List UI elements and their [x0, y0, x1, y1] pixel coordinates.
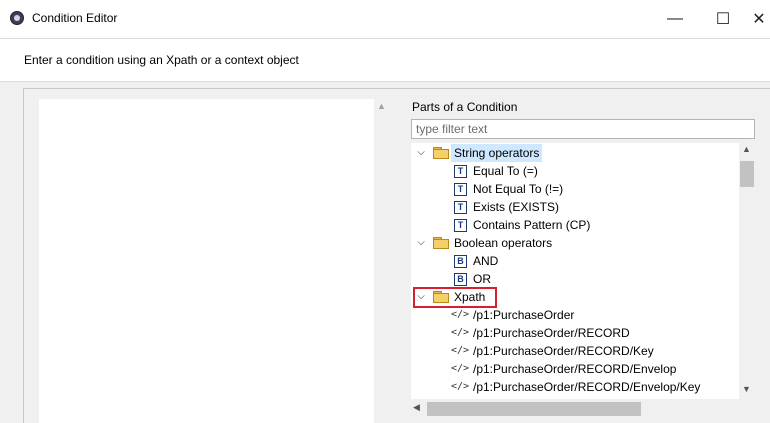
tree-item[interactable]: </>/p1:PurchaseOrder/RECORD	[411, 324, 731, 342]
tree-item-label: /p1:PurchaseOrder/RECORD	[473, 326, 630, 340]
filter-input[interactable]	[411, 119, 755, 139]
tree-item[interactable]: T Contains Pattern (CP)	[411, 216, 731, 234]
tree-item[interactable]: T Exists (EXISTS)	[411, 198, 731, 216]
scroll-thumb[interactable]	[427, 402, 641, 416]
tree-item-label: /p1:PurchaseOrder/RECORD/Key	[473, 344, 654, 358]
tree-item-label: Equal To (=)	[473, 164, 538, 178]
text-operator-icon: T	[454, 219, 467, 232]
tree-group-boolean-operators[interactable]: ⌵ Boolean operators	[411, 234, 731, 252]
instruction-text: Enter a condition using an Xpath or a co…	[24, 53, 299, 67]
tree-group-string-operators[interactable]: ⌵ String operators	[411, 144, 731, 162]
scroll-left-icon[interactable]: ◀	[413, 402, 420, 413]
maximize-button[interactable]: ☐	[700, 0, 746, 38]
text-operator-icon: T	[454, 183, 467, 196]
close-button[interactable]: ✕	[748, 0, 770, 38]
tree-item-label: Exists (EXISTS)	[473, 200, 560, 214]
tree-item[interactable]: </>/p1:PurchaseOrder/RECORD/Key	[411, 342, 731, 360]
condition-scrollbar[interactable]: ▲	[374, 99, 390, 423]
dialog-header: Enter a condition using an Xpath or a co…	[0, 38, 770, 82]
boolean-operator-icon: B	[454, 273, 467, 286]
tree-item[interactable]: T Equal To (=)	[411, 162, 731, 180]
tree-item-label: /p1:PurchaseOrder/RECORD/Envelop/Key	[473, 380, 701, 394]
parts-label: Parts of a Condition	[412, 100, 518, 114]
minimize-button[interactable]: —	[652, 0, 698, 38]
tree-vertical-scrollbar[interactable]: ▲ ▼	[739, 143, 755, 399]
tree-item[interactable]: B OR	[411, 270, 731, 288]
xpath-icon: </>	[451, 309, 470, 320]
text-operator-icon: T	[454, 201, 467, 214]
text-operator-icon: T	[454, 165, 467, 178]
chevron-down-icon[interactable]: ⌵	[415, 144, 427, 162]
tree-item-label: /p1:PurchaseOrder	[473, 308, 575, 322]
tree-item-label: OR	[473, 272, 491, 286]
scroll-up-icon[interactable]: ▲	[742, 144, 751, 154]
tree-horizontal-scrollbar[interactable]: ◀	[411, 399, 755, 423]
window-title: Condition Editor	[32, 11, 118, 25]
xpath-highlight-box	[413, 287, 497, 308]
scroll-up-icon[interactable]: ▲	[377, 101, 386, 111]
tree-item[interactable]: B AND	[411, 252, 731, 270]
xpath-icon: </>	[451, 363, 470, 374]
xpath-icon: </>	[451, 327, 470, 338]
app-icon	[10, 11, 24, 25]
tree-item-label: AND	[473, 254, 499, 268]
tree-item-label: /p1:PurchaseOrder/RECORD/Envelop	[473, 362, 677, 376]
tree-item[interactable]: </>/p1:PurchaseOrder/RECORD/Envelop	[411, 360, 731, 378]
tree-group-label: String operators	[451, 144, 543, 162]
scroll-down-icon[interactable]: ▼	[742, 384, 751, 394]
condition-parts-tree: ⌵ String operators T Equal To (=) T Not Equal…	[411, 143, 755, 423]
folder-open-icon	[433, 237, 449, 249]
tree-item-label: Not Equal To (!=)	[473, 182, 564, 196]
chevron-down-icon[interactable]: ⌵	[415, 234, 427, 252]
scroll-thumb[interactable]	[740, 161, 754, 187]
xpath-icon: </>	[451, 381, 470, 392]
tree-item[interactable]: </>/p1:PurchaseOrder	[411, 306, 731, 324]
boolean-operator-icon: B	[454, 255, 467, 268]
xpath-icon: </>	[451, 345, 470, 356]
condition-text-area[interactable]	[39, 99, 374, 423]
tree-item[interactable]: T Not Equal To (!=)	[411, 180, 731, 198]
tree-item[interactable]: </>/p1:PurchaseOrder/RECORD/Envelop/Key	[411, 378, 731, 396]
folder-open-icon	[433, 147, 449, 159]
tree-item-label: Contains Pattern (CP)	[473, 218, 591, 232]
tree-group-label: Boolean operators	[454, 236, 553, 250]
title-bar: Condition Editor — ☐ ✕	[0, 0, 770, 38]
